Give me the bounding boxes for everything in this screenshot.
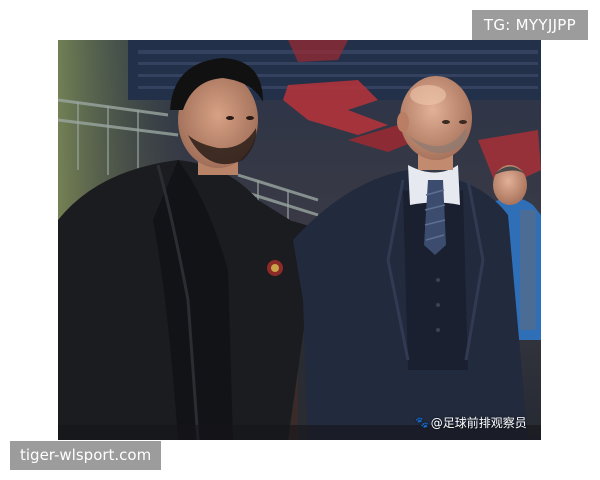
telegram-badge: TG: MYYJJPP xyxy=(471,10,588,40)
stadium-photo xyxy=(58,40,541,440)
site-url-badge[interactable]: tiger-wlsport.com xyxy=(10,441,162,470)
photo xyxy=(58,40,541,440)
photo-watermark-text: @足球前排观察员 xyxy=(430,416,527,430)
paw-icon: 🐾 xyxy=(415,416,429,429)
photo-watermark: 🐾 @足球前排观察员 xyxy=(415,414,527,431)
